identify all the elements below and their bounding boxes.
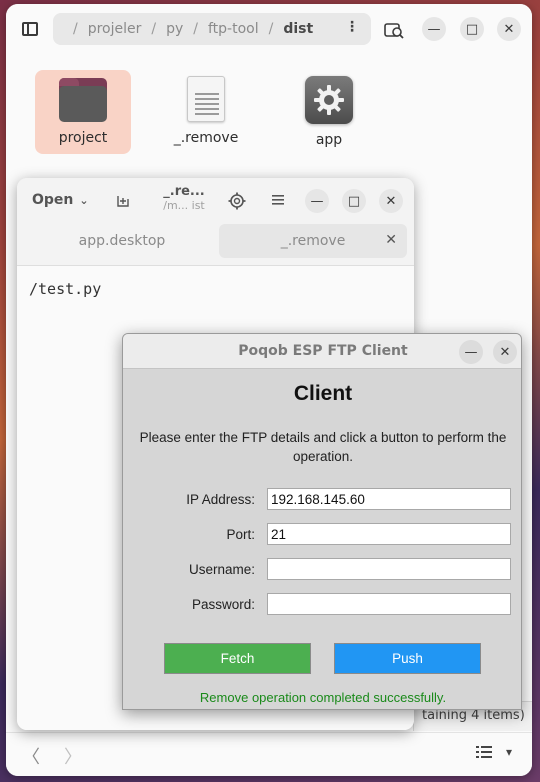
gear-icon <box>228 192 246 210</box>
ip-address-field[interactable] <box>267 488 511 510</box>
minimize-button[interactable]: — <box>459 340 483 364</box>
settings-button[interactable] <box>228 192 246 214</box>
instructions-text: Please enter the FTP details and click a… <box>139 430 507 464</box>
page-title: Client <box>293 382 353 405</box>
editor-title-block: _.re... /m... ist <box>154 184 214 212</box>
close-icon: ✕ <box>499 344 511 360</box>
hamburger-menu-icon <box>272 195 284 205</box>
sidebar-icon <box>22 22 38 36</box>
new-tab-button[interactable] <box>115 193 131 213</box>
file-item-app[interactable]: app <box>281 70 377 154</box>
ip-address-label: IP Address: <box>186 492 255 507</box>
password-row: Password: <box>123 593 521 617</box>
tab-label: app.desktop <box>78 233 166 249</box>
username-row: Username: <box>123 558 521 582</box>
path-segment-py[interactable]: py <box>166 21 183 37</box>
minimize-icon: — <box>427 21 441 37</box>
port-row: Port: <box>123 523 521 547</box>
username-field[interactable] <box>267 558 511 580</box>
file-manager-header: / projeler / py / ftp-tool / dist ⋮ — □ … <box>6 4 532 52</box>
close-button[interactable]: ✕ <box>493 340 517 364</box>
editor-tab-bar: app.desktop _.remove ✕ <box>17 224 414 266</box>
tab-app-desktop[interactable]: app.desktop <box>27 224 217 258</box>
minimize-button[interactable]: — <box>305 189 329 213</box>
list-view-button[interactable] <box>476 744 492 763</box>
minimize-icon: — <box>464 344 478 360</box>
username-label: Username: <box>188 562 255 577</box>
push-button[interactable]: Push <box>334 643 481 674</box>
status-message: Remove operation completed successfully. <box>199 690 447 705</box>
password-field[interactable] <box>267 593 511 615</box>
chevron-down-icon[interactable]: ▾ <box>506 745 512 759</box>
path-segment-dist[interactable]: dist <box>283 21 313 37</box>
close-tab-icon[interactable]: ✕ <box>385 232 397 248</box>
maximize-icon: □ <box>347 193 361 209</box>
password-label: Password: <box>191 597 255 612</box>
back-chevron-icon[interactable]: 〈 <box>22 743 40 769</box>
menu-button[interactable] <box>271 192 285 211</box>
search-icon <box>384 23 404 39</box>
minimize-icon: — <box>310 193 324 209</box>
tab-remove[interactable]: _.remove ✕ <box>219 224 407 258</box>
chevron-down-icon: ⌄ <box>79 193 89 207</box>
file-item-label: app <box>315 132 343 148</box>
file-item-label: _.remove <box>173 130 239 146</box>
maximize-button[interactable]: □ <box>460 17 484 41</box>
path-menu-icon[interactable]: ⋮ <box>345 19 359 35</box>
file-grid: project _.remove app <box>6 64 532 174</box>
path-segment-ftp-tool[interactable]: ftp-tool <box>208 21 259 37</box>
editor-subtitle: /m... ist <box>163 199 205 212</box>
list-view-icon <box>476 746 492 758</box>
folder-icon <box>59 78 107 122</box>
file-manager-footer: 〈 〉 ▾ <box>6 732 532 776</box>
close-icon: ✕ <box>503 21 515 37</box>
file-item-project[interactable]: project <box>35 70 131 154</box>
search-button[interactable] <box>383 19 405 41</box>
path-segment-projeler[interactable]: projeler <box>88 21 142 37</box>
path-bar[interactable]: / projeler / py / ftp-tool / dist ⋮ <box>53 13 371 45</box>
text-file-icon <box>187 76 225 122</box>
port-label: Port: <box>226 527 255 542</box>
ip-address-row: IP Address: <box>123 488 521 512</box>
maximize-icon: □ <box>465 21 479 37</box>
gear-app-icon <box>305 76 353 124</box>
open-label: Open <box>32 192 74 208</box>
close-button[interactable]: ✕ <box>379 189 403 213</box>
forward-chevron-icon[interactable]: 〉 <box>64 743 82 769</box>
maximize-button[interactable]: □ <box>342 189 366 213</box>
file-item-remove[interactable]: _.remove <box>158 70 254 154</box>
minimize-button[interactable]: — <box>422 17 446 41</box>
tab-label: _.remove <box>280 233 346 249</box>
close-button[interactable]: ✕ <box>497 17 521 41</box>
fetch-button[interactable]: Fetch <box>164 643 311 674</box>
ftp-titlebar: Poqob ESP FTP Client — ✕ <box>123 334 521 369</box>
editor-header: Open ⌄ _.re... /m... ist — □ ✕ <box>17 178 414 224</box>
ftp-client-window: Poqob ESP FTP Client — ✕ Client Please e… <box>122 333 522 710</box>
close-icon: ✕ <box>385 193 397 209</box>
sidebar-toggle-button[interactable] <box>16 17 44 41</box>
file-item-label: project <box>58 130 108 146</box>
editor-title: _.re... <box>163 184 205 199</box>
open-button[interactable]: Open ⌄ <box>32 192 89 208</box>
port-field[interactable] <box>267 523 511 545</box>
new-tab-icon <box>117 196 129 207</box>
